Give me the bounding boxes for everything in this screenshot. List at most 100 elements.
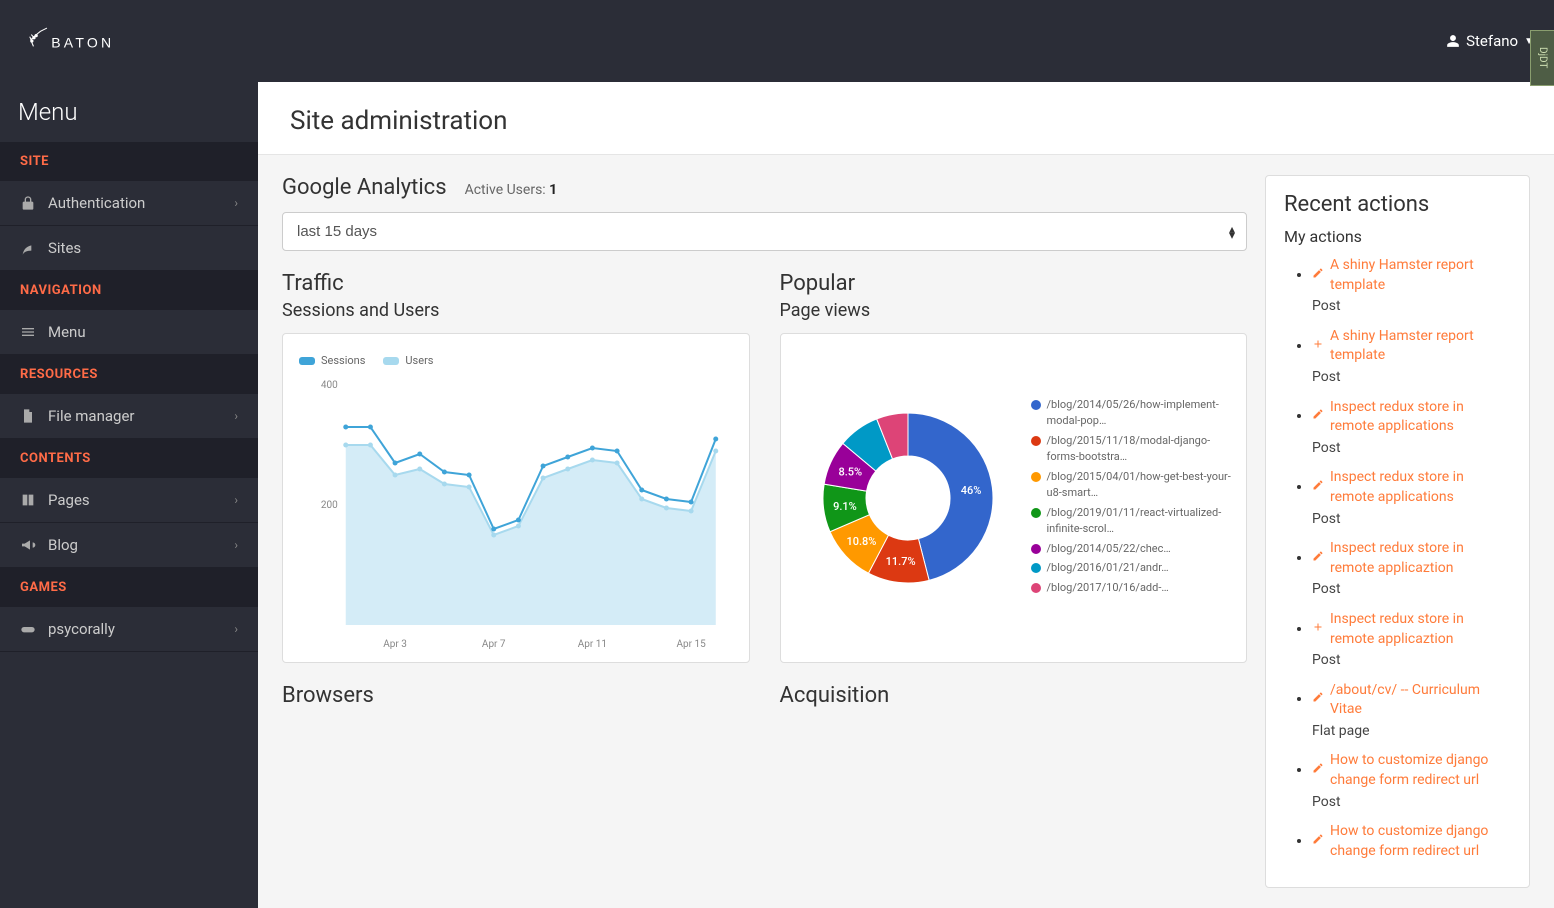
bullhorn-icon [20, 537, 36, 553]
sidebar-section-heading: CONTENTS [0, 439, 258, 478]
menu-heading: Menu [0, 82, 258, 142]
sidebar-item-blog[interactable]: Blog › [0, 523, 258, 568]
chevron-right-icon: › [234, 409, 238, 423]
svg-text:400: 400 [321, 380, 338, 391]
sidebar-item-file-manager[interactable]: File manager › [0, 394, 258, 439]
traffic-subtitle: Sessions and Users [282, 300, 750, 321]
sidebar-item-label: Sites [48, 239, 81, 257]
sidebar-item-psycorally[interactable]: psycorally › [0, 607, 258, 652]
my-actions-heading: My actions [1284, 227, 1511, 246]
traffic-legend: Sessions Users [295, 346, 737, 375]
pencil-icon [1312, 266, 1324, 286]
django-debug-toolbar-tab[interactable]: DjDT [1530, 30, 1554, 86]
sidebar-section-heading: SITE [0, 142, 258, 181]
recent-actions-panel: Recent actions My actions A shiny Hamste… [1265, 175, 1530, 888]
chevron-right-icon: › [234, 622, 238, 636]
recent-action-item: Inspect redux store in remote applicazti… [1312, 610, 1511, 671]
legend-item[interactable]: /blog/2016/01/21/andr… [1031, 560, 1235, 577]
svg-text:11.7%: 11.7% [885, 555, 915, 568]
plus-icon [1312, 620, 1324, 640]
svg-text:BATON: BATON [51, 34, 114, 50]
sidebar-item-sites[interactable]: Sites [0, 226, 258, 271]
recent-action-link[interactable]: Inspect redux store in remote applicatio… [1312, 468, 1511, 507]
sidebar-item-label: psycorally [48, 620, 115, 638]
recent-action-link[interactable]: How to customize django change form redi… [1312, 751, 1511, 790]
svg-text:10.8%: 10.8% [846, 535, 876, 548]
page-title: Site administration [258, 82, 1554, 155]
sidebar-item-authentication[interactable]: Authentication › [0, 181, 258, 226]
svg-text:Apr 11: Apr 11 [578, 639, 607, 650]
recent-action-link[interactable]: A shiny Hamster report template [1312, 327, 1511, 366]
date-range-select[interactable]: last 15 days [282, 212, 1247, 251]
recent-action-type: Post [1312, 297, 1511, 317]
pencil-icon [1312, 549, 1324, 569]
recent-action-link[interactable]: A shiny Hamster report template [1312, 256, 1511, 295]
popular-chart: 46% 11.7% 10.8% 9.1% 8.5% /blog/2014/05/26/h… [780, 333, 1248, 663]
recent-action-type: Post [1312, 510, 1511, 530]
sidebar-section-heading: NAVIGATION [0, 271, 258, 310]
recent-action-type: Post [1312, 793, 1511, 813]
sidebar-item-pages[interactable]: Pages › [0, 478, 258, 523]
recent-action-link[interactable]: How to customize django change form redi… [1312, 822, 1511, 861]
book-icon [20, 492, 36, 508]
sidebar-item-label: Blog [48, 536, 78, 554]
user-name: Stefano [1466, 32, 1518, 50]
ga-title: Google Analytics [282, 175, 447, 200]
pencil-icon [1312, 761, 1324, 781]
legend-item[interactable]: /blog/2015/04/01/how-get-best-your-u8-sm… [1031, 469, 1235, 502]
sidebar-item-label: Authentication [48, 194, 145, 212]
recent-action-item: A shiny Hamster report templatePost [1312, 327, 1511, 388]
pencil-icon [1312, 407, 1324, 427]
recent-action-link[interactable]: /about/cv/ -- Curriculum Vitae [1312, 681, 1511, 720]
main-content: Site administration Google Analytics Act… [258, 82, 1554, 908]
recent-action-link[interactable]: Inspect redux store in remote applicatio… [1312, 398, 1511, 437]
svg-text:9.1%: 9.1% [833, 500, 857, 513]
recent-action-type: Post [1312, 368, 1511, 388]
recent-action-item: How to customize django change form redi… [1312, 822, 1511, 861]
sidebar-item-label: File manager [48, 407, 134, 425]
recent-action-type: Post [1312, 439, 1511, 459]
sidebar-section-heading: GAMES [0, 568, 258, 607]
legend-item[interactable]: /blog/2019/01/11/react-virtualized-infin… [1031, 505, 1235, 538]
recent-action-item: How to customize django change form redi… [1312, 751, 1511, 812]
logo[interactable]: BATON [20, 16, 160, 66]
sidebar-item-label: Menu [48, 323, 86, 341]
popular-title: Popular [780, 271, 1248, 296]
chevron-right-icon: › [234, 493, 238, 507]
svg-text:46%: 46% [960, 484, 981, 497]
legend-item[interactable]: /blog/2017/10/16/add-… [1031, 580, 1235, 597]
pencil-icon [1312, 832, 1324, 852]
svg-text:200: 200 [321, 500, 338, 511]
svg-text:8.5%: 8.5% [838, 466, 862, 479]
sidebar: Menu SITE Authentication › Sites NAVIGATION M… [0, 82, 258, 908]
svg-text:Apr 3: Apr 3 [383, 639, 407, 650]
gamepad-icon [20, 621, 36, 637]
user-menu[interactable]: Stefano ▼ [1446, 32, 1534, 50]
sidebar-item-label: Pages [48, 491, 90, 509]
leaf-icon [20, 240, 36, 256]
sidebar-section-heading: RESOURCES [0, 355, 258, 394]
popular-subtitle: Page views [780, 300, 1248, 321]
recent-action-item: Inspect redux store in remote applicazti… [1312, 539, 1511, 600]
chevron-right-icon: › [234, 196, 238, 210]
recent-action-link[interactable]: Inspect redux store in remote applicazti… [1312, 610, 1511, 649]
recent-action-link[interactable]: Inspect redux store in remote applicazti… [1312, 539, 1511, 578]
browsers-title: Browsers [282, 683, 750, 708]
recent-action-item: A shiny Hamster report templatePost [1312, 256, 1511, 317]
recent-actions-title: Recent actions [1284, 192, 1511, 217]
chevron-right-icon: › [234, 538, 238, 552]
legend-item[interactable]: Sessions [299, 354, 365, 367]
legend-item[interactable]: /blog/2014/05/22/chec… [1031, 541, 1235, 558]
svg-text:Apr 7: Apr 7 [482, 639, 506, 650]
legend-item[interactable]: /blog/2014/05/26/how-implement-modal-pop… [1031, 397, 1235, 430]
recent-action-type: Flat page [1312, 722, 1511, 742]
legend-item[interactable]: Users [383, 354, 433, 367]
top-header: BATON Stefano ▼ [0, 0, 1554, 82]
recent-action-type: Post [1312, 580, 1511, 600]
pencil-icon [1312, 690, 1324, 710]
pencil-icon [1312, 478, 1324, 498]
bars-icon [20, 324, 36, 340]
legend-item[interactable]: /blog/2015/11/18/modal-django-forms-boot… [1031, 433, 1235, 466]
sidebar-item-menu[interactable]: Menu [0, 310, 258, 355]
svg-text:Apr 15: Apr 15 [676, 639, 706, 650]
